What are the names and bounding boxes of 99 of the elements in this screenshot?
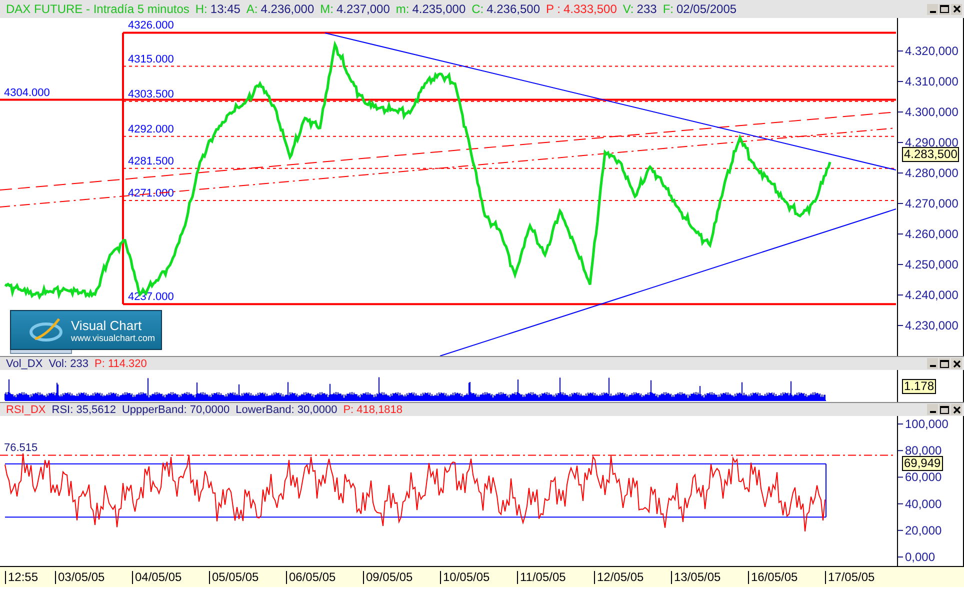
axis-tick-label: 4.250,000 — [905, 258, 958, 272]
field-value: 4.236,000 — [260, 2, 314, 16]
minimize-icon — [930, 411, 936, 413]
field-label: M: — [320, 2, 334, 16]
swoosh-logo-icon — [29, 317, 65, 343]
axis-tick-label: 0,000 — [905, 550, 936, 564]
maximize-icon — [940, 5, 949, 13]
chart-title: DAX FUTURE - Intradía 5 minutos — [6, 2, 190, 16]
minimize-icon — [930, 10, 936, 12]
axis-tick — [898, 450, 904, 452]
maximize-button[interactable] — [939, 358, 950, 369]
axis-tick — [898, 81, 904, 82]
field-label: F: — [662, 2, 674, 16]
axis-tick-label: 4.260,000 — [905, 227, 958, 241]
axis-tick-label: 4.310,000 — [905, 74, 958, 88]
price-level-label: 4326.000 — [128, 20, 174, 32]
minimize-button[interactable] — [927, 4, 938, 14]
maximize-button[interactable] — [939, 4, 950, 14]
axis-tick — [898, 50, 904, 52]
panel-title: Vol_DX — [6, 358, 43, 370]
indicator-reading: P: 418,1818 — [343, 404, 403, 416]
date-label: 17/05/05 — [825, 571, 875, 584]
indicator-reading: LowerBand: 30,0000 — [236, 404, 338, 416]
indicator-reading: P: 114.320 — [94, 358, 147, 370]
date-label: 10/05/05 — [440, 571, 490, 584]
close-icon — [952, 5, 960, 13]
date-label: 09/05/05 — [363, 571, 413, 584]
close-button[interactable] — [951, 358, 962, 369]
price-level-label: 4281.500 — [128, 155, 174, 168]
date-label: 13/05/05 — [671, 571, 721, 584]
axis-tick-label: 100,000 — [905, 417, 948, 431]
field-label: P : — [546, 2, 560, 16]
current-volume-label: 1.178 — [902, 379, 936, 394]
close-icon — [952, 360, 960, 368]
axis-tick — [898, 294, 904, 296]
axis-tick-label: 40,000 — [905, 496, 942, 511]
maximize-icon — [940, 360, 949, 368]
price-level-label: 4315.000 — [128, 53, 174, 66]
minimize-button[interactable] — [927, 358, 938, 369]
field-label: H: — [195, 2, 208, 16]
price-level-label: 4292.000 — [128, 123, 174, 136]
logo-url: www.visualchart.com — [71, 332, 156, 342]
axis-tick-label: 4.320,000 — [905, 44, 958, 58]
date-label: 05/05/05 — [209, 571, 259, 584]
field-label: V: — [622, 2, 634, 16]
field-value: 4.333,500 — [563, 2, 617, 16]
axis-tick — [898, 325, 904, 326]
axis-tick-label: 4.300,000 — [905, 105, 958, 119]
panel-title: RSI_DX — [6, 404, 46, 416]
axis-tick-label: 4.280,000 — [905, 166, 958, 180]
axis-tick-label: 80,000 — [905, 444, 942, 458]
axis-tick-label: 4.270,000 — [905, 196, 958, 210]
axis-tick — [898, 503, 904, 504]
maximize-button[interactable] — [939, 404, 950, 415]
axis-tick-label: 4.230,000 — [905, 318, 958, 332]
close-button[interactable] — [951, 4, 962, 14]
current-rsi-label: 69,949 — [902, 456, 943, 471]
date-label: 12:55 — [5, 571, 38, 584]
axis-tick — [898, 203, 904, 204]
price-level-label: 4271.000 — [128, 187, 174, 200]
price-level-label: 4304.000 — [4, 86, 50, 99]
field-value: 4.236,500 — [486, 2, 540, 16]
axis-tick — [898, 172, 904, 174]
rsi-level-label: 76.515 — [4, 442, 38, 454]
date-label: 04/05/05 — [132, 571, 182, 584]
axis-tick — [898, 142, 904, 143]
field-value: 02/05/2005 — [676, 2, 737, 16]
field-value: 4.235,000 — [412, 2, 466, 16]
current-price-label: 4.283,500 — [902, 147, 960, 162]
field-value: 4.237,000 — [336, 2, 390, 16]
field-value: 233 — [636, 2, 657, 16]
axis-tick — [898, 476, 904, 478]
axis-tick-label: 60,000 — [905, 470, 942, 484]
axis-tick-label: 4.240,000 — [905, 288, 958, 302]
close-icon — [952, 406, 960, 414]
indicator-reading: Vol: 233 — [48, 358, 88, 370]
date-label: 03/05/05 — [55, 571, 105, 584]
axis-tick — [898, 530, 904, 531]
indicator-reading: UppperBand: 70,0000 — [122, 404, 230, 416]
axis-tick-label: 20,000 — [905, 523, 942, 538]
date-label: 16/05/05 — [748, 571, 798, 584]
field-label: A: — [246, 2, 258, 16]
date-label: 11/05/05 — [517, 571, 566, 584]
axis-tick-label: 4.290,000 — [905, 136, 958, 150]
field-label: m: — [396, 2, 410, 16]
price-level-label: 4237.000 — [128, 291, 174, 304]
field-label: C: — [472, 2, 484, 16]
price-level-label: 4303.500 — [128, 88, 174, 100]
maximize-icon — [940, 406, 949, 414]
logo-name: Visual Chart — [71, 318, 143, 332]
axis-tick — [898, 556, 904, 558]
field-value: 13:45 — [210, 2, 240, 16]
date-label: 12/05/05 — [594, 571, 644, 584]
minimize-icon — [930, 365, 936, 367]
axis-tick — [898, 264, 904, 265]
date-label: 06/05/05 — [286, 571, 336, 584]
close-button[interactable] — [951, 404, 962, 415]
indicator-reading: RSI: 35,5612 — [52, 404, 116, 416]
minimize-button[interactable] — [927, 404, 938, 415]
